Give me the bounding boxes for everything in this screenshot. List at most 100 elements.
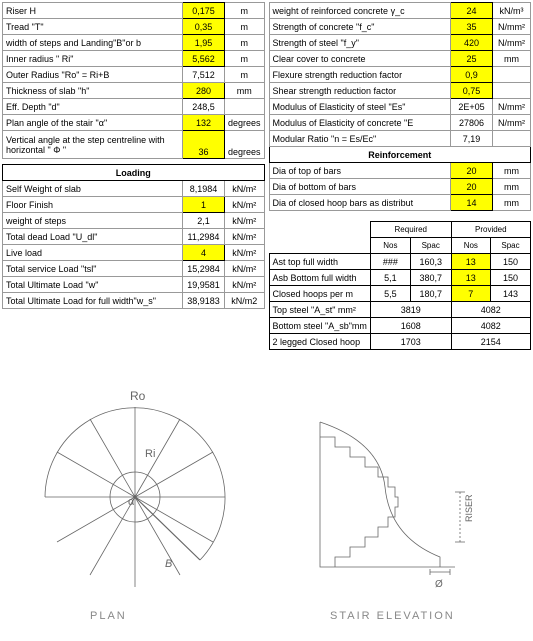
label: Self Weight of slab bbox=[3, 181, 183, 197]
unit: degrees bbox=[224, 115, 264, 131]
unit: mm bbox=[493, 51, 531, 67]
svg-text:α: α bbox=[128, 496, 135, 508]
value-cell[interactable]: 25 bbox=[451, 51, 493, 67]
cell[interactable]: 13 bbox=[451, 254, 490, 270]
plan-diagram: Ro Ri α B bbox=[20, 382, 250, 592]
value-cell: 248,5 bbox=[182, 99, 224, 115]
cell: ### bbox=[370, 254, 410, 270]
value-cell[interactable]: 0,75 bbox=[451, 83, 493, 99]
value-cell[interactable]: 132 bbox=[182, 115, 224, 131]
value-cell[interactable]: 1,95 bbox=[182, 35, 224, 51]
plan-label: PLAN bbox=[90, 610, 127, 622]
unit: degrees bbox=[224, 131, 264, 159]
value-cell: 38,9183 bbox=[182, 293, 224, 309]
label: width of steps and Landing"B"or b bbox=[3, 35, 183, 51]
unit: m bbox=[224, 19, 264, 35]
required-provided-table: RequiredProvided NosSpacNosSpac Ast top … bbox=[269, 221, 532, 350]
value-cell[interactable]: 0,175 bbox=[182, 3, 224, 19]
svg-text:Ø: Ø bbox=[435, 579, 443, 590]
cell: 4082 bbox=[451, 302, 530, 318]
svg-text:RISER: RISER bbox=[464, 494, 474, 522]
section-header: Reinforcement bbox=[269, 147, 531, 163]
unit: mm bbox=[493, 195, 531, 211]
value-cell[interactable]: 35 bbox=[451, 19, 493, 35]
label: Ast top full width bbox=[269, 254, 370, 270]
unit: N/mm² bbox=[493, 115, 531, 131]
unit: mm bbox=[224, 83, 264, 99]
label: Total Ultimate Load "w" bbox=[3, 277, 183, 293]
header: Nos bbox=[451, 238, 490, 254]
value-cell: 15,2984 bbox=[182, 261, 224, 277]
unit: mm bbox=[493, 179, 531, 195]
label: Top steel "A_st" mm² bbox=[269, 302, 370, 318]
label: Modulus of Elasticity of steel "Es" bbox=[269, 99, 451, 115]
cell: 5,1 bbox=[370, 270, 410, 286]
label: Eff. Depth "d" bbox=[3, 99, 183, 115]
label: Total dead Load "U_dl" bbox=[3, 229, 183, 245]
value-cell: 7,19 bbox=[451, 131, 493, 147]
value-cell[interactable]: 420 bbox=[451, 35, 493, 51]
label: Closed hoops per m bbox=[269, 286, 370, 302]
cell[interactable]: 13 bbox=[451, 270, 490, 286]
label: Dia of closed hoop bars as distribut bbox=[269, 195, 451, 211]
value-cell[interactable]: 36 bbox=[182, 131, 224, 159]
unit: mm bbox=[493, 163, 531, 179]
unit: kN/m³ bbox=[493, 3, 531, 19]
cell: 1608 bbox=[370, 318, 451, 334]
value-cell[interactable]: 24 bbox=[451, 3, 493, 19]
label: 2 legged Closed hoop bbox=[269, 334, 370, 350]
cell: 2154 bbox=[451, 334, 530, 350]
label: Plan angle of the stair "α" bbox=[3, 115, 183, 131]
value-cell[interactable]: 1 bbox=[182, 197, 224, 213]
unit: kN/m2 bbox=[224, 293, 264, 309]
geometry-table: Riser H0,175m Tread "T"0,35m width of st… bbox=[2, 2, 265, 309]
value-cell[interactable]: 280 bbox=[182, 83, 224, 99]
value-cell[interactable]: 5,562 bbox=[182, 51, 224, 67]
section-header: Loading bbox=[3, 165, 265, 181]
label: Thickness of slab "h" bbox=[3, 83, 183, 99]
header: Provided bbox=[451, 222, 530, 238]
value-cell[interactable]: 20 bbox=[451, 179, 493, 195]
value-cell: 2,1 bbox=[182, 213, 224, 229]
label: Tread "T" bbox=[3, 19, 183, 35]
svg-text:Ro: Ro bbox=[130, 389, 146, 403]
label: Riser H bbox=[3, 3, 183, 19]
value-cell[interactable]: 0,35 bbox=[182, 19, 224, 35]
label: Strength of concrete "f_c" bbox=[269, 19, 451, 35]
value-cell: 2E+05 bbox=[451, 99, 493, 115]
header: Spac bbox=[410, 238, 451, 254]
cell: 180,7 bbox=[410, 286, 451, 302]
label: Dia of top of bars bbox=[269, 163, 451, 179]
value-cell: 11,2984 bbox=[182, 229, 224, 245]
value-cell[interactable]: 14 bbox=[451, 195, 493, 211]
label: Bottom steel "A_sb"mm bbox=[269, 318, 370, 334]
unit: N/mm² bbox=[493, 99, 531, 115]
svg-text:B: B bbox=[165, 558, 172, 570]
label: Outer Radius "Ro" = Ri+B bbox=[3, 67, 183, 83]
cell[interactable]: 7 bbox=[451, 286, 490, 302]
unit: kN/m² bbox=[224, 213, 264, 229]
label: Clear cover to concrete bbox=[269, 51, 451, 67]
unit: N/mm² bbox=[493, 19, 531, 35]
unit: kN/m² bbox=[224, 261, 264, 277]
label: Strength of steel "f_y" bbox=[269, 35, 451, 51]
value-cell[interactable]: 4 bbox=[182, 245, 224, 261]
value-cell[interactable]: 0,9 bbox=[451, 67, 493, 83]
value-cell: 8,1984 bbox=[182, 181, 224, 197]
label: weight of reinforced concrete γ_c bbox=[269, 3, 451, 19]
label: Vertical angle at the step centreline wi… bbox=[3, 131, 183, 159]
unit: kN/m² bbox=[224, 277, 264, 293]
unit bbox=[224, 99, 264, 115]
header: Nos bbox=[370, 238, 410, 254]
cell: 150 bbox=[491, 270, 531, 286]
unit: kN/m² bbox=[224, 245, 264, 261]
unit: m bbox=[224, 35, 264, 51]
unit: m bbox=[224, 67, 264, 83]
label: Flexure strength reduction factor bbox=[269, 67, 451, 83]
unit: kN/m² bbox=[224, 181, 264, 197]
label: Floor Finish bbox=[3, 197, 183, 213]
unit: m bbox=[224, 3, 264, 19]
label: Dia of bottom of bars bbox=[269, 179, 451, 195]
value-cell[interactable]: 20 bbox=[451, 163, 493, 179]
label: Inner radius " Ri" bbox=[3, 51, 183, 67]
